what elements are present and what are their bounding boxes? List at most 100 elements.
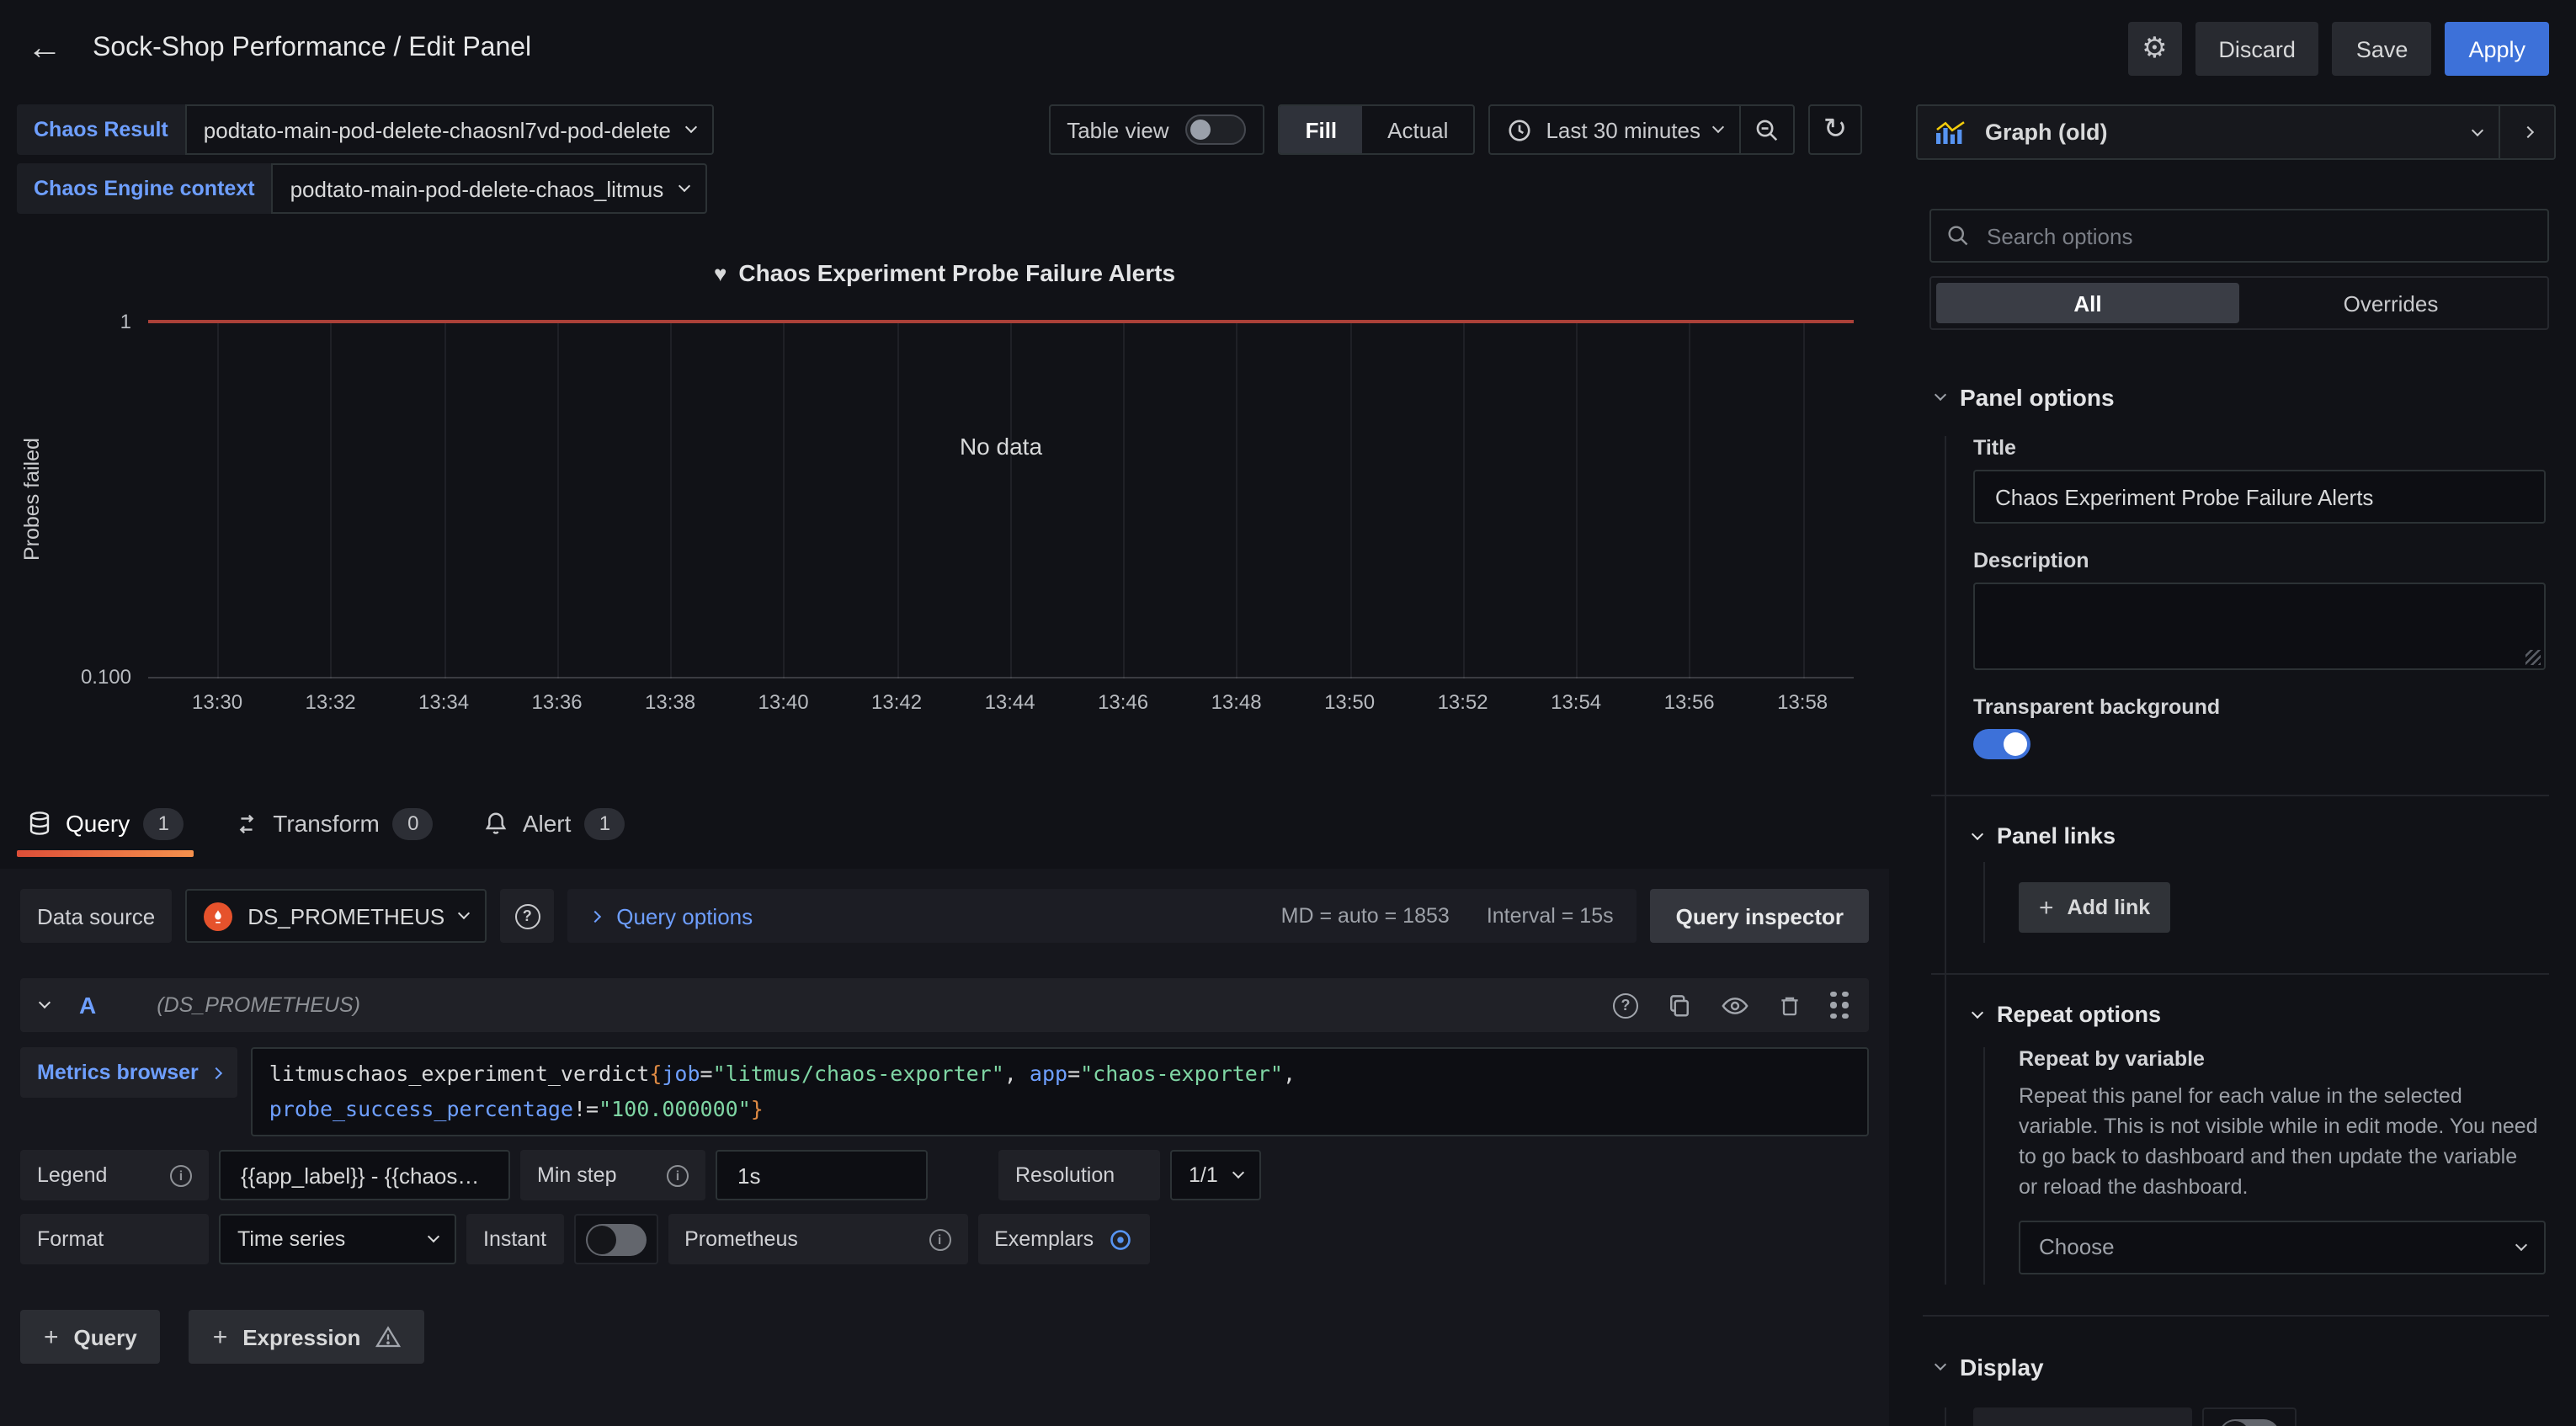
refresh-button[interactable]: ↻ (1808, 104, 1862, 155)
viz-picker-expand-button[interactable] (2499, 106, 2554, 158)
fill-actual-switch: Fill Actual (1279, 104, 1476, 155)
min-step-input[interactable] (734, 1162, 909, 1190)
panel-title-input[interactable] (1992, 482, 2527, 511)
variable-value-dropdown[interactable]: podtato-main-pod-delete-chaos_litmus (272, 163, 708, 214)
legend-input-wrap (219, 1151, 510, 1201)
alert-heart-icon: ♥ (714, 261, 726, 286)
section-panel-options[interactable]: Panel options (1936, 384, 2549, 411)
fill-option[interactable]: Fill (1280, 106, 1363, 153)
options-search-input[interactable] (1983, 221, 2532, 250)
legend-input[interactable] (237, 1162, 492, 1190)
promql-expression[interactable]: litmuschaos_experiment_verdict{job="litm… (251, 1047, 1869, 1137)
section-panel-links[interactable]: Panel links (1973, 823, 2549, 849)
add-query-button[interactable]: + Query (20, 1311, 161, 1365)
gridline (1576, 322, 1578, 678)
add-link-button[interactable]: + Add link (2019, 882, 2170, 933)
format-select[interactable]: Time series (219, 1215, 456, 1265)
exemplars-eye-icon (1107, 1227, 1132, 1253)
zoom-out-button[interactable] (1739, 106, 1793, 153)
x-tick-label: 13:38 (645, 690, 695, 714)
time-range-picker[interactable]: Last 30 minutes (1490, 106, 1739, 153)
gridline (1010, 322, 1012, 678)
gridline (1237, 322, 1238, 678)
gridline (1463, 322, 1465, 678)
query-options-label: Query options (616, 903, 753, 928)
bars-toggle[interactable] (2219, 1418, 2280, 1426)
duplicate-icon[interactable] (1667, 992, 1692, 1018)
options-filter-tabs: All Overrides (1929, 276, 2549, 330)
add-expression-label: Expression (242, 1325, 360, 1350)
panel-description-textarea[interactable] (1973, 583, 2546, 670)
trash-icon[interactable] (1778, 992, 1802, 1018)
visualization-picker[interactable]: Graph (old) (1918, 106, 2499, 158)
chevron-right-icon (210, 1067, 222, 1078)
instant-toggle[interactable] (585, 1224, 646, 1256)
filter-tab-all[interactable]: All (1936, 283, 2239, 323)
filter-tab-overrides[interactable]: Overrides (2239, 283, 2542, 323)
datasource-row: Data source DS_PROMETHEUS ? Query option… (20, 889, 1869, 943)
back-arrow-icon[interactable]: ← (27, 29, 62, 69)
info-icon: i (667, 1165, 689, 1187)
transparent-bg-toggle[interactable] (1973, 729, 2030, 759)
add-link-label: Add link (2068, 896, 2151, 919)
table-view-toggle[interactable] (1186, 114, 1247, 145)
section-repeat-options[interactable]: Repeat options (1973, 1002, 2549, 1027)
x-axis-line (148, 677, 1854, 678)
panel-title-text: Chaos Experiment Probe Failure Alerts (738, 259, 1175, 286)
collapse-chevron-icon (39, 997, 51, 1008)
variable-value-dropdown[interactable]: podtato-main-pod-delete-chaosnl7vd-pod-d… (185, 104, 715, 155)
options-sections: Panel options Title Description Transpar… (1929, 354, 2549, 1426)
exemplars-field[interactable]: Exemplars (977, 1215, 1149, 1265)
apply-button[interactable]: Apply (2445, 22, 2549, 76)
options-search-box (1929, 209, 2549, 263)
discard-button[interactable]: Discard (2195, 22, 2319, 76)
section-divider (1923, 1314, 2549, 1316)
instant-toggle-box (573, 1215, 657, 1265)
drag-handle-icon[interactable] (1830, 992, 1849, 1019)
plot-area[interactable]: Probes failed 1 0.100 No data 13:3013:32… (148, 322, 1854, 678)
bell-icon (484, 810, 509, 837)
x-tick-label: 13:32 (306, 690, 356, 714)
query-row-header[interactable]: A (DS_PROMETHEUS) ? (20, 978, 1869, 1032)
query-type-field-label: Prometheus i (668, 1215, 967, 1265)
tab-count-badge: 1 (143, 807, 184, 839)
query-options-toggle[interactable]: Query options (591, 903, 753, 928)
add-expression-button[interactable]: + Expression (189, 1311, 425, 1365)
x-tick-label: 13:40 (758, 690, 809, 714)
interval-stat: Interval = 15s (1487, 904, 1614, 928)
tab-alert[interactable]: Alert 1 (484, 791, 625, 855)
save-button[interactable]: Save (2333, 22, 2432, 76)
section-display[interactable]: Display (1936, 1353, 2549, 1380)
section-heading: Display (1960, 1353, 2044, 1380)
x-tick-label: 13:36 (532, 690, 583, 714)
chevron-down-icon (458, 907, 470, 919)
datasource-label: Data source (20, 889, 172, 943)
query-inspector-button[interactable]: Query inspector (1651, 889, 1869, 943)
x-tick-label: 13:48 (1211, 690, 1262, 714)
query-row-a: A (DS_PROMETHEUS) ? Metrics browser (20, 978, 1869, 1265)
x-tick-label: 13:58 (1777, 690, 1828, 714)
gridline (444, 322, 445, 678)
query-row-actions: ? (1613, 992, 1849, 1019)
metrics-browser-button[interactable]: Metrics browser (20, 1047, 237, 1098)
actual-option[interactable]: Actual (1362, 106, 1473, 153)
panel-title-header: ♥ Chaos Experiment Probe Failure Alerts (0, 259, 1889, 286)
tab-transform[interactable]: Transform 0 (234, 791, 434, 855)
warning-icon (375, 1326, 401, 1349)
table-view-toggle-group: Table view (1048, 104, 1264, 155)
datasource-help-button[interactable]: ? (500, 889, 554, 943)
resolution-select[interactable]: 1/1 (1170, 1151, 1262, 1201)
refresh-icon: ↻ (1823, 113, 1848, 146)
top-bar: ← Sock-Shop Performance / Edit Panel ⚙ D… (0, 0, 2576, 98)
panel-settings-button[interactable]: ⚙ (2127, 22, 2181, 76)
format-value: Time series (237, 1228, 345, 1252)
datasource-picker[interactable]: DS_PROMETHEUS (185, 889, 487, 943)
query-ref-id: A (79, 992, 96, 1019)
label-text: Min step (537, 1164, 617, 1188)
max-datapoints-stat: MD = auto = 1853 (1281, 904, 1450, 928)
resize-grip-icon[interactable] (2525, 650, 2541, 665)
eye-icon[interactable] (1721, 992, 1749, 1018)
help-icon[interactable]: ? (1613, 992, 1638, 1018)
repeat-variable-select[interactable]: Choose (2019, 1220, 2546, 1274)
tab-query[interactable]: Query 1 (27, 791, 184, 855)
